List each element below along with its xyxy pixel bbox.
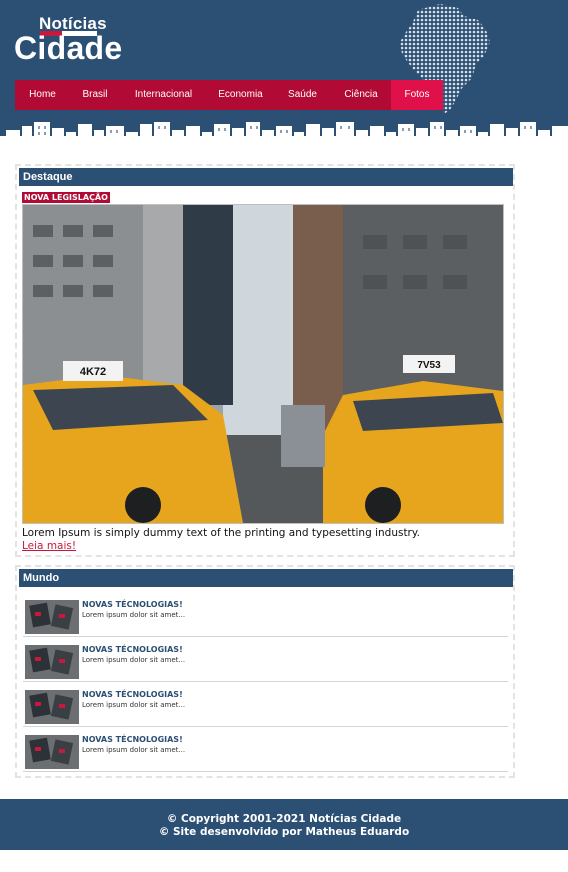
news-excerpt: Lorem ipsum dolor sit amet... — [82, 656, 186, 664]
destaque-heading: Destaque — [19, 168, 513, 186]
nav-item-economia[interactable]: Economia — [207, 80, 274, 110]
featured-photo[interactable]: 4K72 7V53 — [22, 204, 504, 524]
nav-item-brasil[interactable]: Brasil — [70, 80, 120, 110]
news-thumbnail[interactable] — [25, 645, 79, 679]
featured-summary: Lorem Ipsum is simply dummy text of the … — [22, 527, 420, 539]
list-item[interactable]: NOVAS TÉCNOLOGIAS! Lorem ipsum dolor sit… — [23, 636, 508, 682]
list-item[interactable]: NOVAS TÉCNOLOGIAS! Lorem ipsum dolor sit… — [23, 681, 508, 727]
site-footer: © Copyright 2001-2021 Notícias Cidade © … — [0, 799, 568, 850]
nav-item-saude[interactable]: Saúde — [274, 80, 331, 110]
news-excerpt: Lorem ipsum dolor sit amet... — [82, 746, 186, 754]
taxi-plate-right: 7V53 — [417, 360, 441, 371]
category-tag[interactable]: NOVA LEGISLAÇÃO — [22, 192, 110, 203]
footer-credits: © Site desenvolvido por Matheus Eduardo — [158, 826, 410, 838]
news-excerpt: Lorem ipsum dolor sit amet... — [82, 611, 186, 619]
news-excerpt: Lorem ipsum dolor sit amet... — [82, 701, 186, 709]
news-thumbnail[interactable] — [25, 690, 79, 724]
footer-copyright: © Copyright 2001-2021 Notícias Cidade — [166, 813, 402, 825]
main-navigation: Home Brasil Internacional Economia Saúde… — [15, 80, 443, 110]
news-title[interactable]: NOVAS TÉCNOLOGIAS! — [82, 600, 183, 609]
mundo-panel: Mundo NOVAS TÉCNOLOGIAS! Lorem ipsum dol… — [15, 565, 515, 778]
taxi-plate-left: 4K72 — [80, 366, 106, 378]
destaque-panel: Destaque NOVA LEGISLAÇÃO 4K72 7V53 Lorem… — [15, 164, 515, 557]
list-item[interactable]: NOVAS TÉCNOLOGIAS! Lorem ipsum dolor sit… — [23, 726, 508, 772]
news-title[interactable]: NOVAS TÉCNOLOGIAS! — [82, 690, 183, 699]
nav-item-ciencia[interactable]: Ciência — [331, 80, 391, 110]
site-header: Notícias Cidade Home Brasil Internaciona… — [0, 0, 568, 153]
nav-item-home[interactable]: Home — [15, 80, 70, 110]
nav-item-fotos[interactable]: Fotos — [391, 80, 443, 110]
mundo-heading: Mundo — [19, 569, 513, 587]
news-title[interactable]: NOVAS TÉCNOLOGIAS! — [82, 735, 183, 744]
logo-text-main[interactable]: Cidade — [14, 30, 123, 67]
news-title[interactable]: NOVAS TÉCNOLOGIAS! — [82, 645, 183, 654]
city-skyline-icon — [0, 122, 568, 153]
read-more-link[interactable]: Leia mais! — [22, 540, 76, 552]
list-item[interactable]: NOVAS TÉCNOLOGIAS! Lorem ipsum dolor sit… — [23, 591, 508, 637]
taxi-street-photo: 4K72 7V53 — [23, 205, 503, 523]
nav-item-internacional[interactable]: Internacional — [120, 80, 207, 110]
news-thumbnail[interactable] — [25, 600, 79, 634]
news-thumbnail[interactable] — [25, 735, 79, 769]
